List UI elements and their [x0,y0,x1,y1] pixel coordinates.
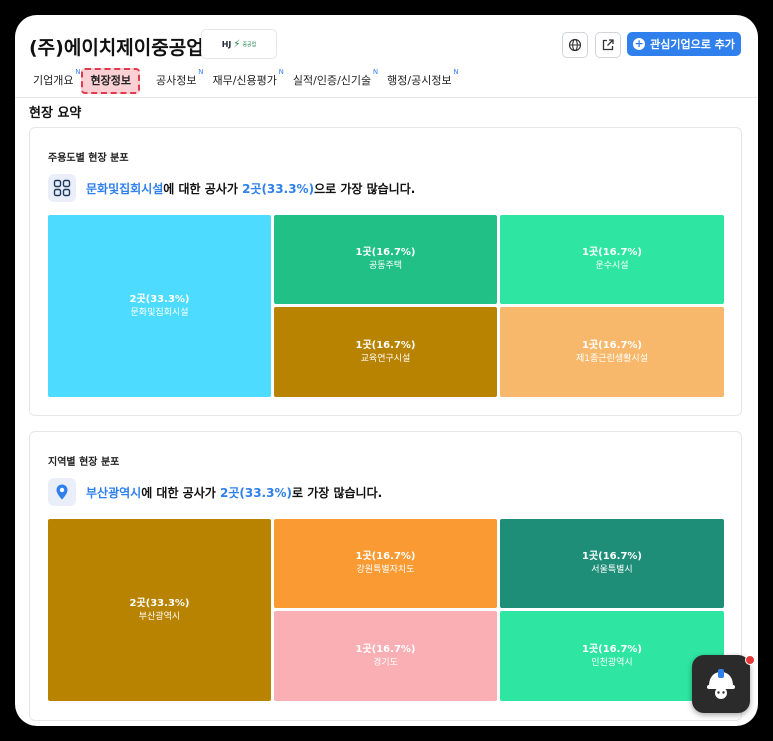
tile-count: 1곳(16.7%) [355,643,416,655]
treemap-tile[interactable]: 1곳(16.7%) 경기도 [274,611,497,701]
tile-count: 1곳(16.7%) [355,247,416,258]
treemap-tile[interactable]: 1곳(16.7%) 서울특별시 [500,519,724,608]
treemap-tile[interactable]: 1곳(16.7%) 제1종근린생활시설 [500,307,724,397]
summary-row: 부산광역시에 대한 공사가 2곳(33.3%)로 가장 많습니다. [48,477,382,507]
grid-icon [48,174,76,202]
tile-label: 제1종근린생활시설 [576,353,648,364]
highlight-region: 부산광역시 [86,485,142,500]
highlight-category: 문화및집회시설 [86,181,164,196]
tab-label: 재무/신용평가 [212,74,277,87]
company-header: (주)에이치제이중공업 HJ ⚡ 중공업 + 관심기업으로 추가 기업개요 N … [15,15,758,98]
tile-label: 운수시설 [595,261,629,271]
app-window: (주)에이치제이중공업 HJ ⚡ 중공업 + 관심기업으로 추가 기업개요 N … [15,15,758,726]
tile-label: 인천광역시 [591,657,633,668]
tab-label: 현장정보 [90,74,131,87]
treemap-tile[interactable]: 2곳(33.3%) 부산광역시 [48,519,271,701]
new-badge: N [278,68,284,76]
usage-distribution-card: 주용도별 현장 분포 문화및집회시설에 대한 공사가 2곳(33.3%)으로 가… [29,127,742,416]
tile-count: 2곳(33.3%) [129,293,190,305]
summary-text: 문화및집회시설에 대한 공사가 2곳(33.3%)으로 가장 많습니다. [86,180,415,197]
location-pin-icon [48,478,76,506]
tile-count: 1곳(16.7%) [582,551,642,562]
tab-construction-info[interactable]: 공사정보 N [148,68,204,94]
tab-label: 기업개요 [33,74,74,87]
tile-count: 2곳(33.3%) [129,597,190,609]
summary-middle: 에 대한 공사가 [141,485,220,500]
treemap-tile[interactable]: 1곳(16.7%) 운수시설 [500,215,724,304]
tile-label: 문화및집회시설 [130,307,189,318]
share-button[interactable] [595,32,621,58]
tile-label: 교육연구시설 [360,353,411,364]
plus-circle-icon: + [633,37,646,50]
tile-label: 공동주택 [368,261,403,271]
usage-treemap: 2곳(33.3%) 문화및집회시설 1곳(16.7%) 공동주택 1곳(16.7… [48,215,724,397]
tile-label: 강원특별자치도 [356,565,415,575]
region-treemap: 2곳(33.3%) 부산광역시 1곳(16.7%) 강원특별자치도 1곳(16.… [48,519,724,701]
tab-company-overview[interactable]: 기업개요 N [25,68,81,94]
helmet-icon [707,669,735,699]
logo-text: HJ [221,39,232,49]
tile-count: 1곳(16.7%) [355,551,416,562]
region-distribution-card: 지역별 현장 분포 부산광역시에 대한 공사가 2곳(33.3%)로 가장 많습… [29,431,742,721]
company-logo: HJ ⚡ 중공업 [201,29,277,59]
tile-count: 1곳(16.7%) [582,339,642,351]
tab-label: 공사정보 [155,74,197,87]
add-interest-label: 관심기업으로 추가 [650,38,735,51]
treemap-tile[interactable]: 1곳(16.7%) 교육연구시설 [274,307,497,397]
tile-count: 1곳(16.7%) [355,339,416,351]
new-badge: N [75,68,81,76]
treemap-tile[interactable]: 1곳(16.7%) 강원특별자치도 [274,519,497,608]
summary-row: 문화및집회시설에 대한 공사가 2곳(33.3%)으로 가장 많습니다. [48,173,415,203]
tab-finance-credit[interactable]: 재무/신용평가 N [204,68,284,94]
tab-site-info[interactable]: 현장정보 [81,68,140,94]
notification-dot [745,655,755,665]
tab-bar: 기업개요 N 현장정보 공사정보 N 재무/신용평가 N 실적/인증/신기술 N… [25,67,460,95]
section-title: 현장 요약 [29,106,82,121]
tile-count: 1곳(16.7%) [582,643,642,655]
new-badge: N [453,68,459,76]
summary-suffix: 로 가장 많습니다. [291,485,383,500]
tile-label: 부산광역시 [138,611,181,622]
summary-text: 부산광역시에 대한 공사가 2곳(33.3%)로 가장 많습니다. [86,484,382,501]
logo-mark-icon: ⚡ [233,38,241,50]
card-title: 주용도별 현장 분포 [48,153,129,164]
card-title: 지역별 현장 분포 [48,457,120,468]
globe-icon [568,38,582,52]
tile-label: 서울특별시 [591,565,633,575]
new-badge: N [198,68,204,76]
treemap-tile[interactable]: 1곳(16.7%) 공동주택 [274,215,497,304]
tab-performance-cert[interactable]: 실적/인증/신기술 N [285,68,379,94]
logo-sub-text: 중공업 [242,41,257,48]
add-interest-button[interactable]: + 관심기업으로 추가 [627,32,741,56]
summary-suffix: 으로 가장 많습니다. [314,181,416,196]
summary-middle: 에 대한 공사가 [163,181,243,196]
new-badge: N [372,68,379,76]
tile-label: 경기도 [373,657,398,668]
tab-label: 실적/인증/신기술 [292,74,372,87]
language-button[interactable] [562,32,588,58]
highlight-count: 2곳(33.3%) [219,485,292,500]
company-name: (주)에이치제이중공업 [29,37,204,59]
treemap-tile[interactable]: 1곳(16.7%) 인천광역시 [500,611,724,701]
tab-label: 행정/공시정보 [387,74,452,87]
highlight-count: 2곳(33.3%) [242,181,315,196]
treemap-tile[interactable]: 2곳(33.3%) 문화및집회시설 [48,215,271,397]
tile-count: 1곳(16.7%) [582,247,642,258]
external-link-icon [602,39,614,51]
tab-admin-disclosure[interactable]: 행정/공시정보 N [379,68,459,94]
helper-chat-button[interactable] [692,655,750,713]
